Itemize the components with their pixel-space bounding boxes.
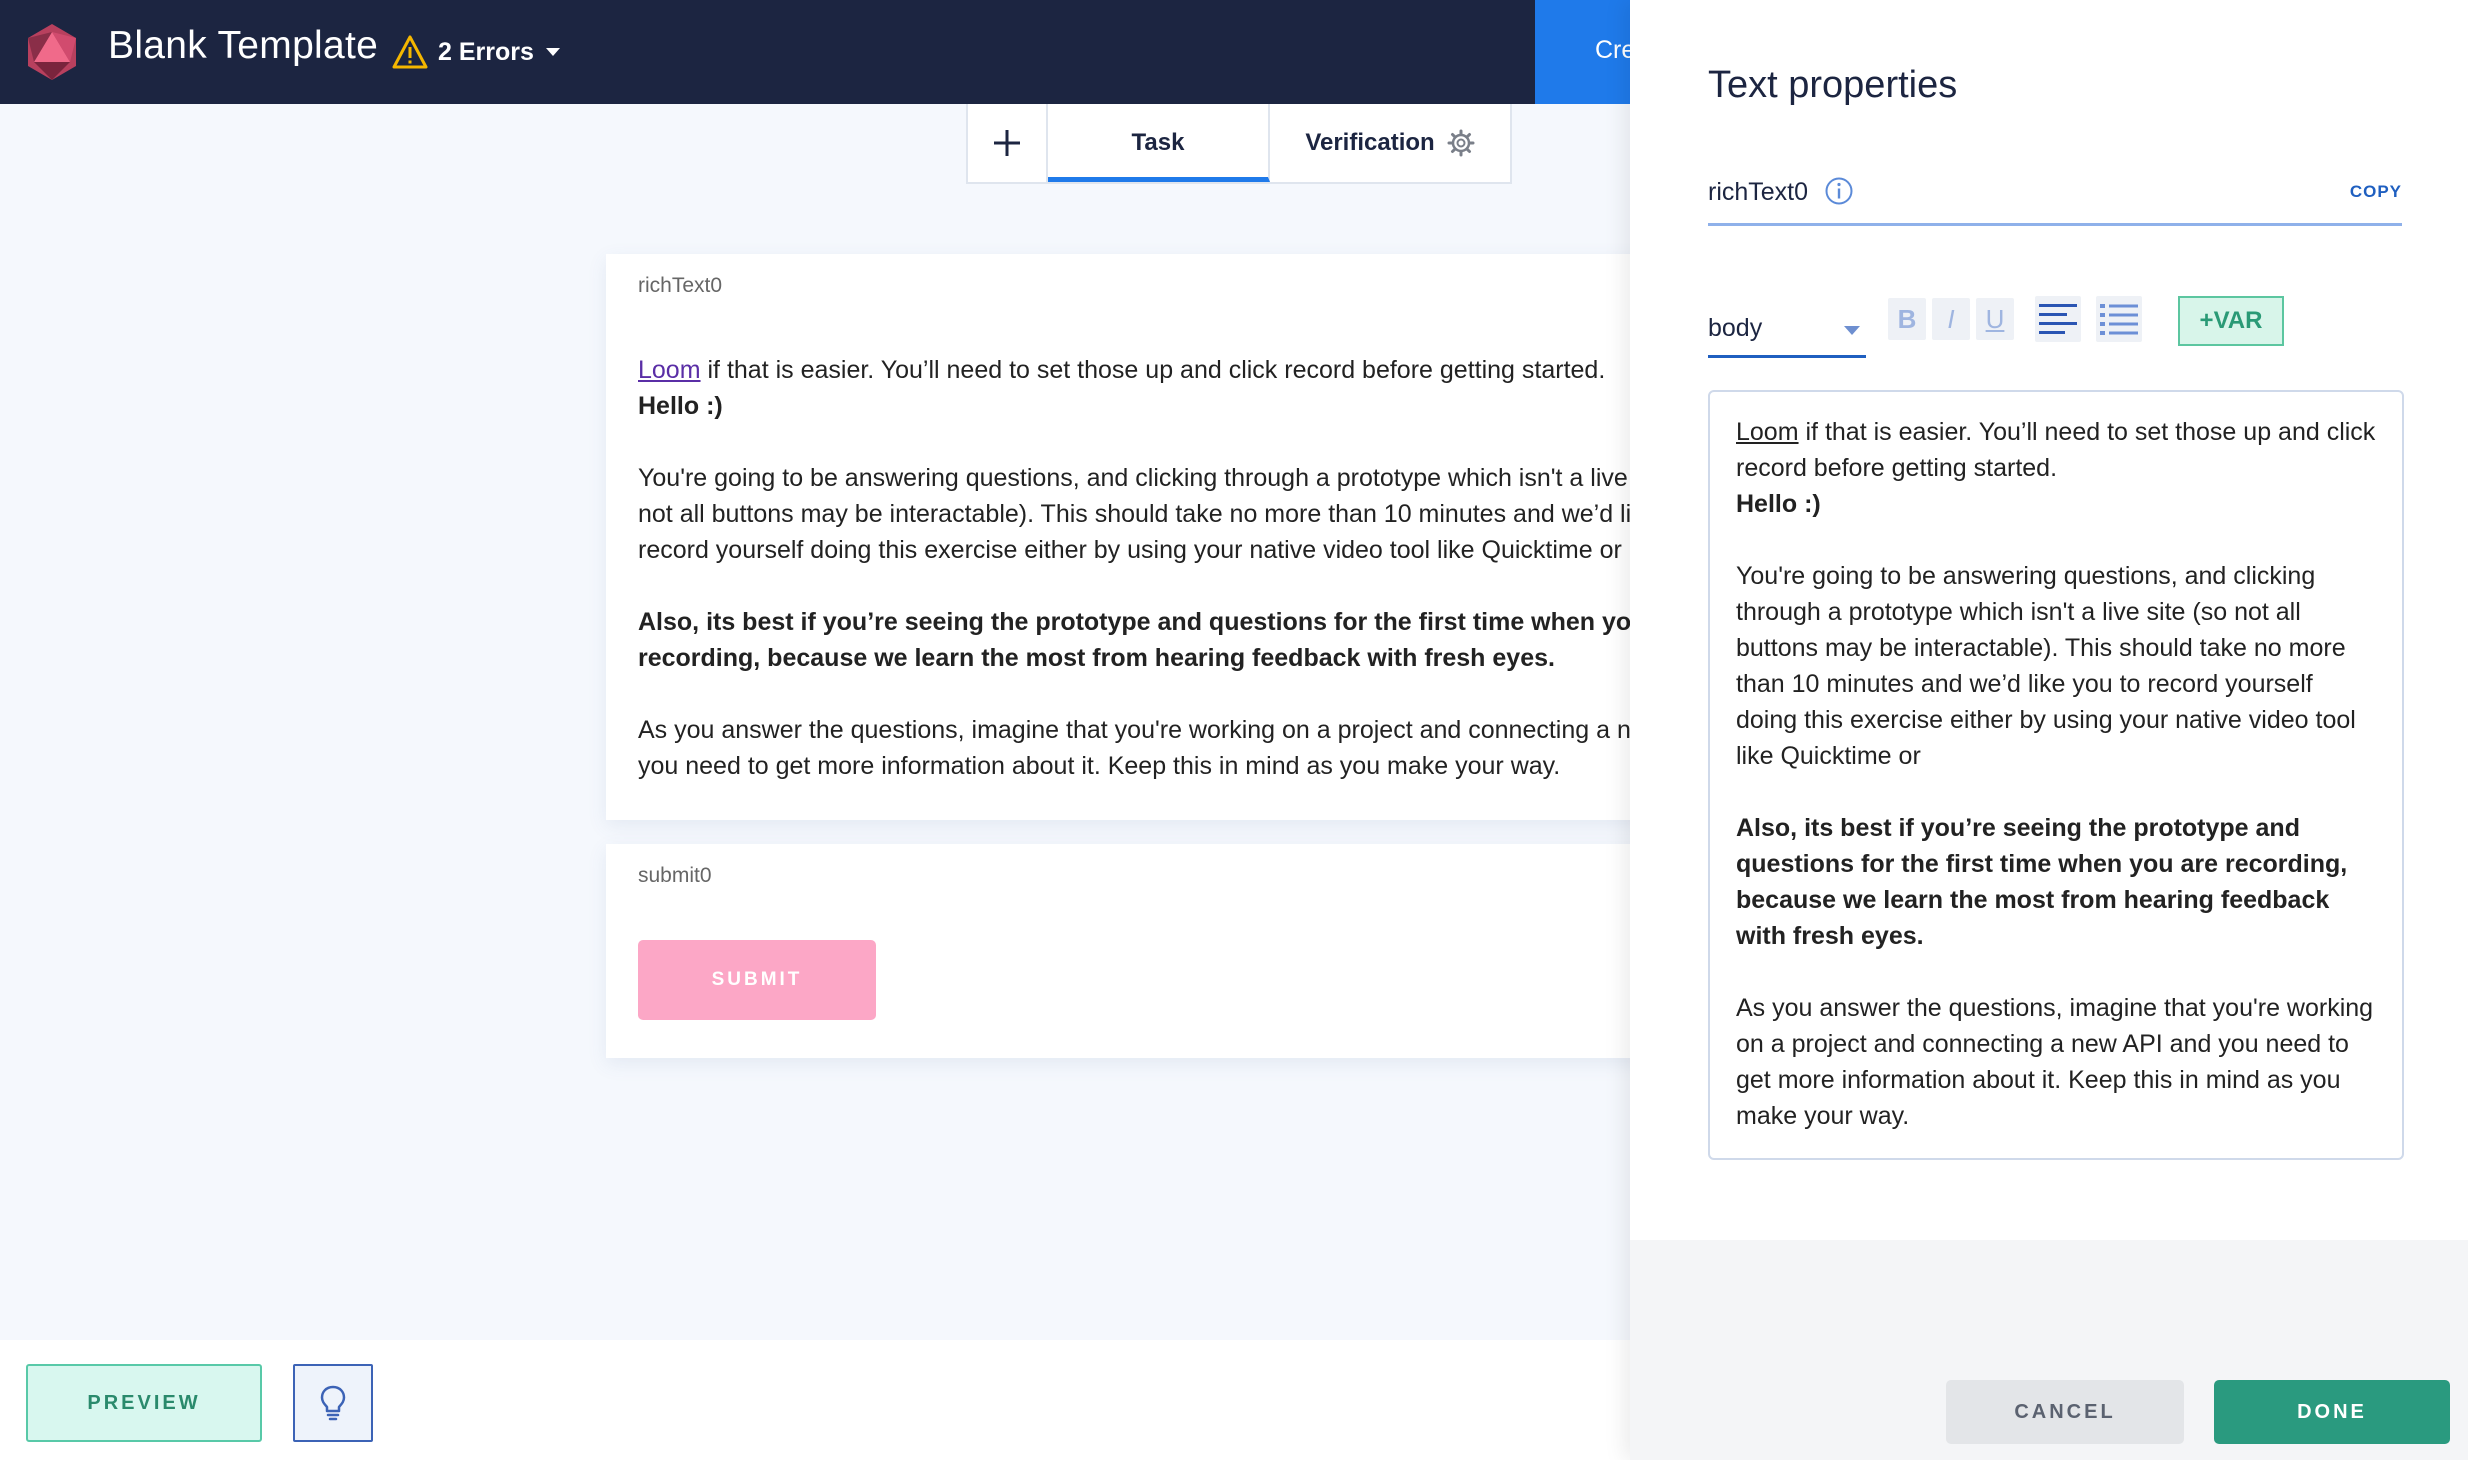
rich-text-para1-line1: You're going to be answering questions, … bbox=[638, 464, 1716, 492]
chevron-down-icon bbox=[545, 48, 560, 56]
underline-button[interactable]: U bbox=[1976, 298, 2014, 340]
component-name-field[interactable]: richText0 COPY bbox=[1708, 170, 2402, 226]
rich-text-bold-line1: Also, its best if you’re seeing the prot… bbox=[638, 608, 1691, 636]
bold-button[interactable]: B bbox=[1888, 298, 1926, 340]
loom-link[interactable]: Loom bbox=[638, 356, 701, 384]
add-variable-button[interactable]: +VAR bbox=[2178, 296, 2284, 346]
editor-bold-paragraph: Also, its best if you’re seeing the prot… bbox=[1736, 810, 2376, 954]
bullet-list-icon bbox=[2100, 304, 2138, 335]
template-title[interactable]: Blank Template bbox=[108, 24, 378, 68]
rich-text-para3-line1: As you answer the questions, imagine tha… bbox=[638, 716, 1758, 744]
lightbulb-icon bbox=[320, 1385, 346, 1421]
errors-dropdown[interactable]: 2 Errors bbox=[392, 34, 560, 70]
text-properties-panel: Text properties richText0 COPY body B I … bbox=[1630, 0, 2468, 1460]
text-style-select[interactable]: body bbox=[1708, 306, 1866, 358]
tab-task-label: Task bbox=[1131, 128, 1185, 156]
bullet-list-button[interactable] bbox=[2096, 296, 2142, 342]
editor-line: Loom if that is easier. You’ll need to s… bbox=[1736, 414, 2376, 486]
chevron-down-icon bbox=[1844, 326, 1860, 335]
component-label: submit0 bbox=[638, 864, 712, 887]
submit-button[interactable]: SUBMIT bbox=[638, 940, 876, 1020]
rich-text-card[interactable]: richText0 Loom if that is easier. You’ll… bbox=[606, 254, 1757, 820]
create-button[interactable]: Cre bbox=[1535, 0, 1635, 104]
info-icon[interactable] bbox=[1824, 176, 1854, 206]
rich-text-hello-bold: Hello :) bbox=[638, 392, 723, 420]
plus-icon bbox=[994, 130, 1020, 156]
top-bar: Blank Template 2 Errors Cre bbox=[0, 0, 1635, 104]
italic-button[interactable]: I bbox=[1932, 298, 1970, 340]
editor-loom-link[interactable]: Loom bbox=[1736, 418, 1799, 446]
panel-title: Text properties bbox=[1708, 64, 1958, 106]
rich-text-para3-line2: you need to get more information about i… bbox=[638, 752, 1561, 780]
gear-icon[interactable] bbox=[1447, 129, 1475, 157]
app-logo-icon bbox=[28, 24, 76, 80]
align-left-button[interactable] bbox=[2035, 296, 2081, 342]
tab-verification-label: Verification bbox=[1305, 129, 1435, 156]
rich-text-bold-line2: recording, because we learn the most fro… bbox=[638, 644, 1555, 672]
component-label: richText0 bbox=[638, 274, 723, 297]
component-name-value[interactable]: richText0 bbox=[1708, 178, 1808, 207]
tips-button[interactable] bbox=[293, 1364, 373, 1442]
editor-bold-text: Also, its best if you’re seeing the prot… bbox=[1736, 814, 2348, 950]
errors-count-label: 2 Errors bbox=[438, 37, 534, 66]
submit-card[interactable]: submit0 SUBMIT bbox=[606, 844, 1666, 1058]
editor-hello: Hello :) bbox=[1736, 486, 2376, 522]
editor-paragraph: You're going to be answering questions, … bbox=[1736, 562, 2356, 770]
align-left-icon bbox=[2039, 304, 2077, 334]
editor-tabs: Task Verification bbox=[966, 104, 1512, 184]
cancel-button[interactable]: CANCEL bbox=[1946, 1380, 2184, 1444]
panel-footer: CANCEL DONE bbox=[1630, 1240, 2468, 1460]
editor-hello-bold: Hello :) bbox=[1736, 490, 1821, 518]
text-style-value: body bbox=[1708, 314, 1763, 342]
tab-task[interactable]: Task bbox=[1048, 104, 1270, 182]
rich-text-editor[interactable]: Loom if that is easier. You’ll need to s… bbox=[1708, 390, 2404, 1160]
bottom-bar: PREVIEW bbox=[0, 1340, 1630, 1460]
warning-icon bbox=[392, 35, 428, 69]
rich-text-para1-line2: not all buttons may be interactable). Th… bbox=[638, 500, 1733, 528]
tab-verification[interactable]: Verification bbox=[1270, 104, 1510, 182]
copy-button[interactable]: COPY bbox=[2350, 182, 2402, 202]
editor-line-rest: if that is easier. You’ll need to set th… bbox=[1736, 418, 2376, 482]
rich-text-para1-line3: record yourself doing this exercise eith… bbox=[638, 536, 1622, 564]
editor-paragraph: As you answer the questions, imagine tha… bbox=[1736, 994, 2374, 1130]
rich-text-line-rest: if that is easier. You’ll need to set th… bbox=[700, 356, 1606, 384]
add-tab-button[interactable] bbox=[968, 104, 1048, 182]
preview-button[interactable]: PREVIEW bbox=[26, 1364, 262, 1442]
done-button[interactable]: DONE bbox=[2214, 1380, 2450, 1444]
